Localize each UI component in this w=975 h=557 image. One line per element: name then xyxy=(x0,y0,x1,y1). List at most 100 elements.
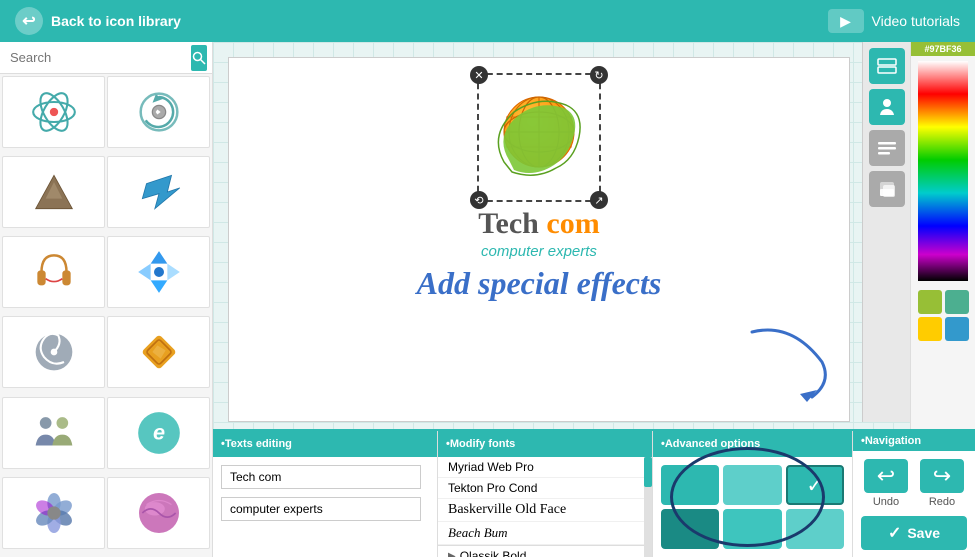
tools-panel xyxy=(862,42,910,422)
effect-btn-5[interactable] xyxy=(723,509,781,549)
text-sub: computer experts xyxy=(481,243,597,260)
text1-input[interactable] xyxy=(221,465,421,489)
fonts-scrollbar-thumb xyxy=(644,457,652,487)
list-item[interactable]: Beach Bum xyxy=(438,522,644,545)
search-button[interactable] xyxy=(191,45,207,71)
texts-inputs xyxy=(213,457,437,529)
video-tutorials-button[interactable]: ▶ Video tutorials xyxy=(828,9,960,33)
effect-btn-1[interactable] xyxy=(661,465,719,505)
list-item[interactable]: Myriad Web Pro xyxy=(438,457,644,478)
effect-btn-2[interactable] xyxy=(723,465,781,505)
handle-tr[interactable]: ↻ xyxy=(590,66,608,84)
list-item[interactable] xyxy=(107,316,210,388)
back-label: Back to icon library xyxy=(51,13,181,29)
list-item[interactable]: Tekton Pro Cond xyxy=(438,478,644,499)
advanced-section: • Advanced options ✓ xyxy=(653,431,853,557)
undo-icon: ↩ xyxy=(864,459,908,493)
effects-grid: ✓ xyxy=(653,457,852,557)
arrow-icon xyxy=(134,167,184,217)
list-item[interactable] xyxy=(2,316,105,388)
layers-tool-button[interactable] xyxy=(869,171,905,207)
text-tool-button[interactable] xyxy=(869,130,905,166)
handle-bl[interactable]: ⟲ xyxy=(470,191,488,209)
color-gradient[interactable] xyxy=(918,61,968,281)
list-item[interactable] xyxy=(2,76,105,148)
flower-icon xyxy=(29,488,79,538)
fonts-list-container: Myriad Web Pro Tekton Pro Cond Baskervil… xyxy=(438,457,652,557)
e-circle-icon: e xyxy=(134,408,184,458)
fonts-scrollbar[interactable] xyxy=(644,457,652,557)
spiral-icon xyxy=(29,327,79,377)
swatch-teal[interactable] xyxy=(945,290,969,314)
list-item[interactable]: e xyxy=(107,397,210,469)
nav-buttons: ↩ Undo ↪ Redo xyxy=(853,451,975,516)
text-effect: Add special effects xyxy=(417,265,662,302)
video-label: Video tutorials xyxy=(872,13,960,29)
handle-tl[interactable]: ✕ xyxy=(470,66,488,84)
undo-button[interactable]: ↩ Undo xyxy=(864,459,908,508)
svg-text:e: e xyxy=(152,419,164,444)
list-item[interactable] xyxy=(2,477,105,549)
icon-sidebar: e xyxy=(0,42,213,557)
layout-icon xyxy=(877,58,897,74)
logo-container[interactable]: ✕ ↻ ⟲ ↗ xyxy=(477,73,601,202)
redo-icon: ↪ xyxy=(920,459,964,493)
globe-logo xyxy=(484,80,594,190)
swatch-green[interactable] xyxy=(918,290,942,314)
color-swatches xyxy=(914,286,973,345)
atom-icon xyxy=(29,87,79,137)
list-item[interactable] xyxy=(2,397,105,469)
fonts-header: • Modify fonts xyxy=(438,431,652,457)
effect-btn-3[interactable]: ✓ xyxy=(786,465,844,505)
redo-button[interactable]: ↪ Redo xyxy=(920,459,964,508)
effect-btn-6[interactable] xyxy=(786,509,844,549)
video-icon: ▶ xyxy=(828,9,864,33)
effect-btn-4[interactable] xyxy=(661,509,719,549)
list-item[interactable] xyxy=(107,156,210,228)
text-tech: Tech xyxy=(478,207,546,240)
refresh-circle-icon xyxy=(134,87,184,137)
layout-tool-button[interactable] xyxy=(869,48,905,84)
list-item[interactable]: ▶ Qlassik Bold xyxy=(438,545,644,557)
text2-input[interactable] xyxy=(221,497,421,521)
icon-grid: e xyxy=(0,74,212,557)
bottom-panel: • Texts editing • Modify fonts Myriad We… xyxy=(213,429,975,557)
back-to-library-button[interactable]: ↩ Back to icon library xyxy=(15,7,181,35)
search-bar xyxy=(0,42,212,74)
canvas-content: ✕ ↻ ⟲ ↗ xyxy=(228,57,850,422)
list-item[interactable] xyxy=(107,236,210,308)
logo-text: Tech com xyxy=(478,207,599,241)
layers-icon xyxy=(877,179,897,199)
nav-header: • Navigation xyxy=(853,431,975,451)
search-input[interactable] xyxy=(5,48,191,67)
texts-header: • Texts editing xyxy=(213,431,437,457)
save-button[interactable]: ✓ Save xyxy=(861,516,967,550)
diamond-icon xyxy=(134,327,184,377)
list-item[interactable] xyxy=(107,76,210,148)
swatch-blue[interactable] xyxy=(945,317,969,341)
back-arrow-icon: ↩ xyxy=(15,7,43,35)
mountain-icon xyxy=(29,167,79,217)
color-hex: #97BF36 xyxy=(911,42,975,56)
nav-section: • Navigation ↩ Undo ↪ Redo ✓ Save xyxy=(853,431,975,557)
headphones-icon xyxy=(29,247,79,297)
fonts-list: Myriad Web Pro Tekton Pro Cond Baskervil… xyxy=(438,457,644,557)
texts-section: • Texts editing xyxy=(213,431,438,557)
undo-label: Undo xyxy=(873,496,899,508)
list-item[interactable]: Baskerville Old Face xyxy=(438,499,644,522)
search-icon xyxy=(192,51,206,65)
list-item[interactable] xyxy=(2,156,105,228)
list-item[interactable] xyxy=(107,477,210,549)
save-label: Save xyxy=(907,525,940,541)
person-tool-button[interactable] xyxy=(869,89,905,125)
save-check-icon: ✓ xyxy=(888,523,901,543)
people-icon xyxy=(29,408,79,458)
fonts-section: • Modify fonts Myriad Web Pro Tekton Pro… xyxy=(438,431,653,557)
swatch-yellow[interactable] xyxy=(918,317,942,341)
advanced-header: • Advanced options xyxy=(653,431,852,457)
handle-br[interactable]: ↗ xyxy=(590,191,608,209)
list-item[interactable] xyxy=(2,236,105,308)
redo-label: Redo xyxy=(929,496,955,508)
person-icon xyxy=(877,97,897,117)
text-lines-icon xyxy=(877,140,897,156)
